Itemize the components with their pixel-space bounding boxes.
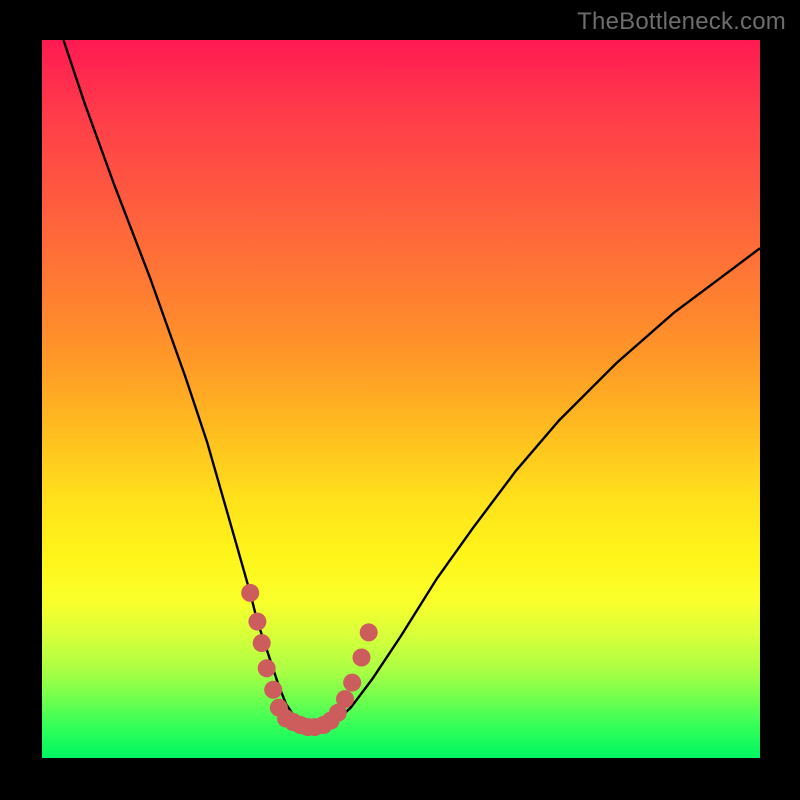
curve-marker xyxy=(336,690,354,708)
curve-marker xyxy=(360,623,378,641)
curve-marker xyxy=(241,584,259,602)
curve-marker xyxy=(253,634,271,652)
curve-marker xyxy=(264,681,282,699)
curve-marker xyxy=(343,674,361,692)
plot-area xyxy=(42,40,760,758)
curve-marker xyxy=(258,659,276,677)
curve-markers-group xyxy=(241,584,378,736)
curve-marker xyxy=(353,649,371,667)
chart-frame: TheBottleneck.com xyxy=(0,0,800,800)
watermark-text: TheBottleneck.com xyxy=(577,8,786,36)
bottleneck-curve-path xyxy=(64,40,761,729)
bottleneck-curve-svg xyxy=(42,40,760,758)
curve-marker xyxy=(248,613,266,631)
